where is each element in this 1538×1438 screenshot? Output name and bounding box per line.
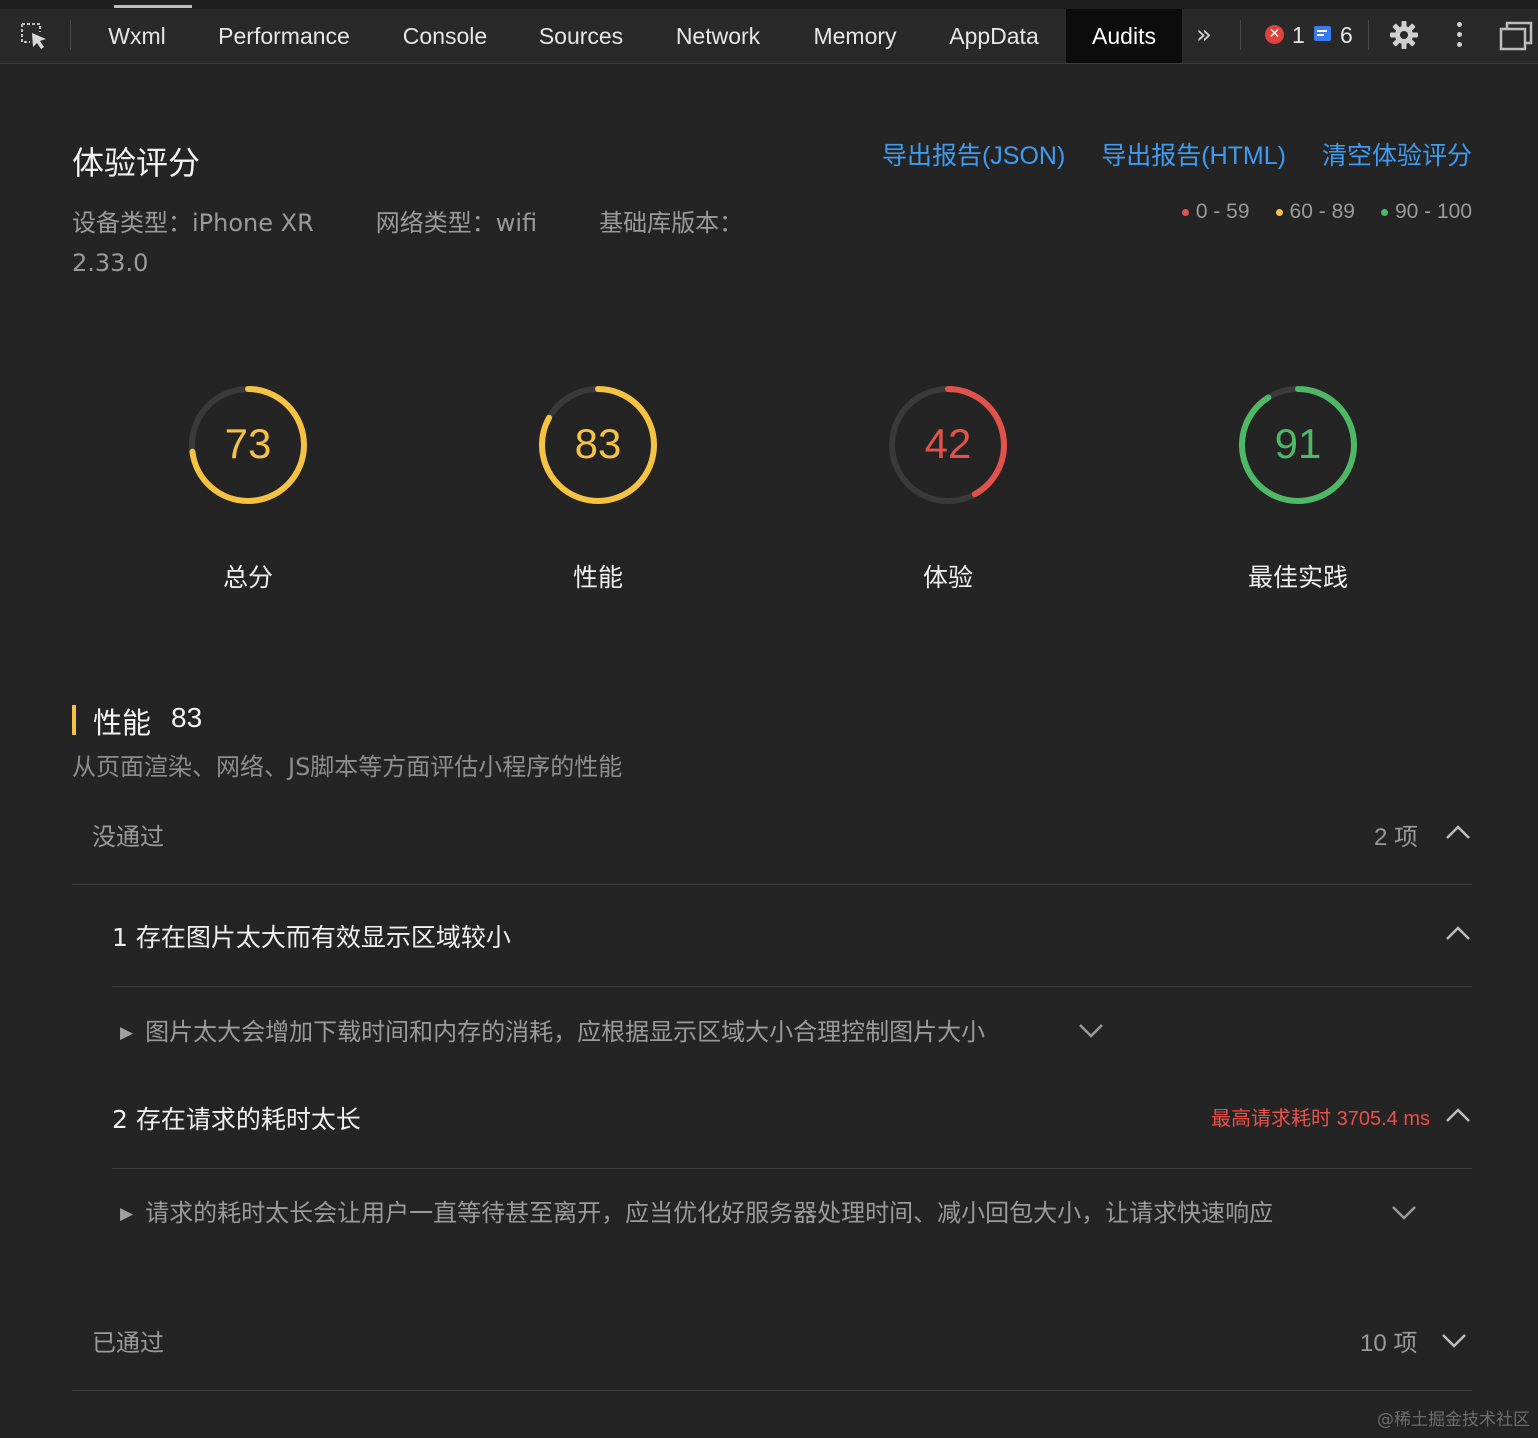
section-title: 性能 — [93, 706, 152, 740]
more-tabs-icon[interactable]: » — [1196, 20, 1212, 50]
score-gauge-total: 73 — [183, 380, 313, 510]
chevron-up-icon[interactable] — [1444, 1106, 1472, 1124]
legend-dot-icon — [1275, 208, 1283, 216]
devtools-toolbar: Wxml Performance Console Sources Network… — [0, 0, 1538, 64]
divider — [112, 1168, 1472, 1169]
audit-item-warning: 最高请求耗时 3705.4 ms — [1211, 1108, 1430, 1130]
window-top-strip — [0, 0, 1538, 9]
tab-appdata[interactable]: AppData — [932, 9, 1056, 63]
chevron-up-icon[interactable] — [1444, 823, 1472, 841]
audit-item-title[interactable]: 1 存在图片太大而有效显示区域较小 — [112, 918, 511, 954]
expand-triangle-icon: ▶ — [120, 1023, 134, 1043]
settings-gear-icon[interactable] — [1389, 20, 1419, 50]
tab-network[interactable]: Network — [658, 9, 778, 63]
device-meta: 设备类型：iPhone XR 网络类型：wifi 基础库版本：2.33.0 — [72, 203, 792, 283]
message-icon[interactable] — [1314, 26, 1331, 41]
score-gauge-performance: 83 — [533, 380, 663, 510]
audit-item-description[interactable]: ▶ 图片太大会增加下载时间和内存的消耗，应根据显示区域大小合理控制图片大小 — [120, 1012, 985, 1047]
error-icon[interactable]: ✕ — [1265, 25, 1284, 44]
clear-score-link[interactable]: 清空体验评分 — [1322, 136, 1472, 172]
chevron-up-icon[interactable] — [1444, 924, 1472, 942]
message-count[interactable]: 6 — [1340, 22, 1353, 49]
failed-group-label[interactable]: 没通过 — [92, 817, 164, 852]
tab-performance[interactable]: Performance — [200, 9, 368, 63]
score-label-best-practice: 最佳实践 — [1247, 563, 1348, 592]
export-html-link[interactable]: 导出报告(HTML) — [1101, 136, 1286, 172]
legend-dot-icon — [1181, 208, 1189, 216]
score-label-performance: 性能 — [572, 563, 623, 592]
tab-sources[interactable]: Sources — [522, 9, 640, 63]
tab-wxml[interactable]: Wxml — [92, 9, 182, 63]
score-gauge-best-practice: 91 — [1233, 380, 1363, 510]
divider — [112, 986, 1472, 987]
chevron-down-icon[interactable] — [1440, 1331, 1468, 1349]
tab-memory[interactable]: Memory — [796, 9, 914, 63]
score-label-experience: 体验 — [922, 563, 973, 592]
section-accent-bar — [72, 705, 76, 735]
chevron-down-icon[interactable] — [1077, 1021, 1105, 1039]
score-value: 42 — [924, 420, 972, 467]
legend-item-low: 0 - 59 — [1181, 200, 1250, 224]
network-type: 网络类型：wifi — [375, 209, 538, 237]
expand-triangle-icon: ▶ — [120, 1204, 134, 1224]
tab-console[interactable]: Console — [386, 9, 504, 63]
tab-hover-indicator — [114, 5, 192, 8]
section-score: 83 — [171, 702, 203, 733]
score-value: 83 — [574, 420, 622, 467]
chevron-down-icon[interactable] — [1390, 1203, 1418, 1221]
legend-item-mid: 60 - 89 — [1275, 200, 1355, 224]
watermark: @稀土掘金技术社区 — [1377, 1410, 1530, 1430]
legend-dot-icon — [1380, 208, 1388, 216]
passed-group-label[interactable]: 已通过 — [92, 1323, 164, 1358]
score-gauge-experience: 42 — [883, 380, 1013, 510]
toolbar-separator — [1240, 20, 1241, 50]
legend-item-high: 90 - 100 — [1380, 200, 1472, 224]
export-json-link[interactable]: 导出报告(JSON) — [882, 136, 1065, 172]
score-legend: 0 - 59 60 - 89 90 - 100 — [1181, 200, 1472, 224]
device-type: 设备类型：iPhone XR — [72, 209, 314, 237]
audit-item-description[interactable]: ▶ 请求的耗时太长会让用户一直等待甚至离开，应当优化好服务器处理时间、减小回包大小… — [120, 1193, 1273, 1228]
error-count[interactable]: 1 — [1292, 22, 1305, 49]
toolbar-separator — [70, 20, 71, 50]
report-actions: 导出报告(JSON) 导出报告(HTML) 清空体验评分 — [882, 136, 1472, 172]
divider — [72, 884, 1472, 885]
toolbar-separator — [1368, 20, 1369, 50]
failed-group-count[interactable]: 2 项 — [1374, 817, 1418, 852]
section-description: 从页面渲染、网络、JS脚本等方面评估小程序的性能 — [72, 753, 623, 781]
more-options-icon[interactable] — [1456, 22, 1464, 50]
score-value: 73 — [224, 420, 272, 467]
page-title: 体验评分 — [72, 144, 201, 182]
score-label-total: 总分 — [222, 563, 273, 592]
tab-audits[interactable]: Audits — [1066, 9, 1182, 63]
passed-group-count[interactable]: 10 项 — [1360, 1323, 1417, 1358]
audit-item-title[interactable]: 2 存在请求的耗时太长 — [112, 1100, 361, 1136]
undock-icon[interactable] — [1499, 21, 1533, 51]
divider — [72, 1390, 1472, 1391]
inspect-element-icon[interactable] — [18, 20, 50, 52]
score-value: 91 — [1274, 420, 1322, 467]
